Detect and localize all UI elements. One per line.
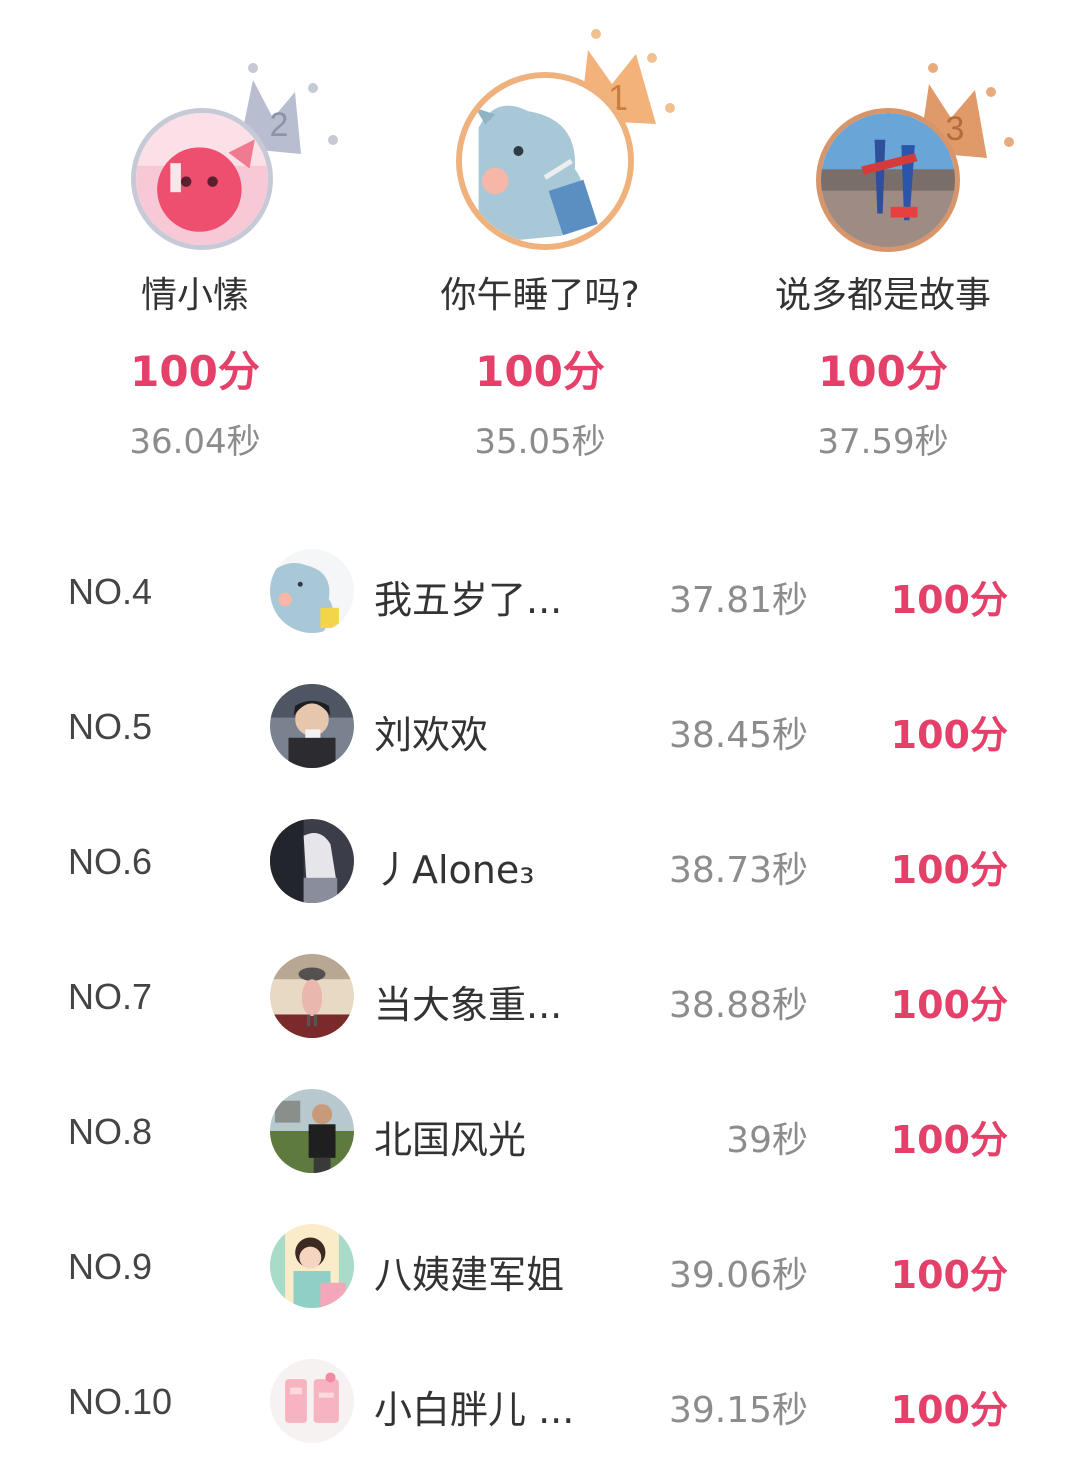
podium-score: 100分 [818, 347, 948, 396]
avatar-image-pink-character-logo [270, 1359, 354, 1443]
avatar-image-man-outdoors [270, 1089, 354, 1173]
podium-score: 100分 [130, 347, 260, 396]
completion-time: 38.88秒 [668, 985, 808, 1026]
player-name: 我五岁了... [374, 578, 563, 622]
player-name: 当大象重... [374, 983, 563, 1027]
ranking-row[interactable]: NO.6 丿Alone₃ 38.73秒 100分 [0, 797, 1080, 932]
player-name: 北国风光 [374, 1118, 527, 1162]
podium-first-place[interactable]: 1 你午睡了吗? 100分 35.05秒 [360, 0, 720, 480]
player-name: 小白胖儿 ... [374, 1388, 575, 1432]
avatar[interactable] [270, 684, 354, 768]
rank-number: NO.9 [68, 1246, 153, 1287]
podium-name: 你午睡了吗? [440, 275, 640, 316]
podium-time: 36.04秒 [129, 422, 261, 462]
ranking-list: NO.4 我五岁了... 37.81秒 100分 NO.5 刘欢欢 38.45秒… [0, 527, 1080, 1472]
ranking-row[interactable]: NO.9 八姨建军姐 39.06秒 100分 [0, 1202, 1080, 1337]
rank-number: NO.6 [68, 841, 153, 882]
ranking-row[interactable]: NO.8 北国风光 39秒 100分 [0, 1067, 1080, 1202]
ranking-row[interactable]: NO.5 刘欢欢 38.45秒 100分 [0, 662, 1080, 797]
avatar-image-cartoon-girl [270, 1224, 354, 1308]
avatar[interactable] [270, 1089, 354, 1173]
avatar-image-pink-creature [136, 113, 268, 245]
completion-time: 39.15秒 [668, 1390, 808, 1431]
ranking-row[interactable]: NO.7 当大象重... 38.88秒 100分 [0, 932, 1080, 1067]
rank-number: NO.5 [68, 706, 153, 747]
top-three-podium: 2 情小愫 100分 36.04秒 1 你午睡了吗? 100分 35.05秒 3… [0, 0, 1080, 480]
avatar-image-blue-rhino [462, 78, 628, 244]
podium-name: 说多都是故事 [774, 275, 991, 316]
score: 100分 [890, 1388, 1008, 1432]
podium-third-place[interactable]: 3 说多都是故事 100分 37.59秒 [703, 0, 1063, 480]
score: 100分 [890, 578, 1008, 622]
avatar[interactable] [270, 819, 354, 903]
score: 100分 [890, 713, 1008, 757]
player-name: 刘欢欢 [374, 713, 489, 757]
completion-time: 38.45秒 [668, 715, 808, 756]
rank-number: NO.10 [68, 1381, 173, 1422]
podium-score: 100分 [475, 347, 605, 396]
ranking-row[interactable]: NO.10 小白胖儿 ... 39.15秒 100分 [0, 1337, 1080, 1472]
podium-time: 35.05秒 [474, 422, 606, 462]
avatar[interactable] [816, 108, 960, 252]
score: 100分 [890, 848, 1008, 892]
rank-number: NO.8 [68, 1111, 153, 1152]
rank-number: NO.7 [68, 976, 153, 1017]
avatar-image-cartoon-figure [270, 954, 354, 1038]
score: 100分 [890, 1118, 1008, 1162]
ranking-row[interactable]: NO.4 我五岁了... 37.81秒 100分 [0, 527, 1080, 662]
podium-rank-2: 2 [270, 106, 289, 144]
score: 100分 [890, 1253, 1008, 1297]
completion-time: 37.81秒 [668, 580, 808, 621]
podium-time: 37.59秒 [817, 422, 949, 462]
completion-time: 39秒 [726, 1120, 808, 1161]
avatar[interactable] [270, 954, 354, 1038]
completion-time: 39.06秒 [668, 1255, 808, 1296]
avatar[interactable] [270, 549, 354, 633]
score: 100分 [890, 983, 1008, 1027]
player-name: 丿Alone₃ [374, 848, 535, 892]
rank-number: NO.4 [68, 571, 153, 612]
completion-time: 38.73秒 [668, 850, 808, 891]
avatar-image-port-cranes [821, 113, 955, 247]
avatar[interactable] [270, 1359, 354, 1443]
player-name: 八姨建军姐 [374, 1253, 565, 1297]
podium-name: 情小愫 [140, 275, 249, 316]
podium-second-place[interactable]: 2 情小愫 100分 36.04秒 [17, 0, 377, 480]
avatar[interactable] [270, 1224, 354, 1308]
avatar-image-person-sitting [270, 819, 354, 903]
avatar[interactable] [131, 108, 273, 250]
avatar-image-blue-rhino [270, 549, 354, 633]
avatar-image-person-photo [270, 684, 354, 768]
avatar[interactable] [456, 72, 634, 250]
